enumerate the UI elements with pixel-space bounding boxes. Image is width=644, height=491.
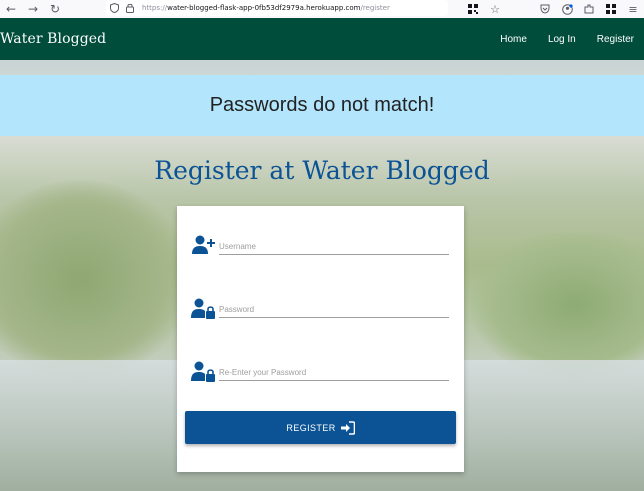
nav-link-home[interactable]: Home: [500, 34, 527, 45]
nav-link-login[interactable]: Log In: [548, 34, 576, 45]
confirm-password-underline: [219, 380, 449, 381]
account-icon[interactable]: [556, 0, 578, 18]
password-input[interactable]: [219, 301, 449, 317]
brand-logo-text[interactable]: Water Blogged: [0, 31, 106, 47]
user-lock-icon: [191, 298, 215, 319]
username-field: [191, 234, 449, 264]
username-underline: [219, 254, 449, 255]
flash-message: Passwords do not match!: [0, 75, 644, 136]
url-text: https://water-blogged-flask-app-0fb53df2…: [142, 4, 390, 12]
register-button-label: REGISTER: [286, 422, 336, 433]
nav-links: Home Log In Register: [479, 18, 634, 60]
confirm-password-input[interactable]: [219, 364, 449, 380]
forward-icon[interactable]: →: [22, 0, 44, 18]
background-trees-right: [470, 230, 644, 380]
menu-icon[interactable]: ≡: [622, 0, 644, 18]
background-trees-left: [0, 180, 190, 380]
user-plus-icon: [192, 235, 215, 254]
url-host: water-blogged-flask-app-0fb53df2979a.her…: [167, 4, 361, 12]
password-underline: [219, 317, 449, 318]
qr-code-icon[interactable]: [462, 0, 484, 18]
password-field: [191, 297, 449, 327]
address-bar[interactable]: https://water-blogged-flask-app-0fb53df2…: [106, 0, 448, 16]
username-input[interactable]: [219, 238, 449, 254]
register-button[interactable]: REGISTER: [185, 411, 456, 444]
pocket-icon[interactable]: [534, 0, 556, 18]
extensions-icon[interactable]: [578, 0, 600, 18]
site-navbar: Water Blogged Home Log In Register: [0, 18, 644, 60]
register-form-card: REGISTER: [177, 206, 464, 472]
apps-grid-icon[interactable]: [600, 0, 622, 18]
sign-in-icon: [340, 420, 355, 435]
user-lock-icon: [191, 361, 215, 382]
url-path: /register: [360, 4, 390, 12]
bookmark-star-icon[interactable]: ☆: [484, 0, 506, 18]
reload-icon[interactable]: ↻: [44, 0, 66, 18]
page-title: Register at Water Blogged: [154, 156, 490, 185]
lock-icon[interactable]: [122, 0, 138, 16]
shield-icon[interactable]: [106, 0, 122, 16]
browser-toolbar: ← → ↻ https://water-blogged-flask-app-0f…: [0, 0, 644, 18]
url-prefix: https://: [142, 4, 168, 12]
nav-link-register[interactable]: Register: [597, 34, 634, 45]
back-icon[interactable]: ←: [0, 0, 22, 18]
confirm-password-field: [191, 360, 449, 390]
flash-message-text: Passwords do not match!: [209, 94, 435, 116]
